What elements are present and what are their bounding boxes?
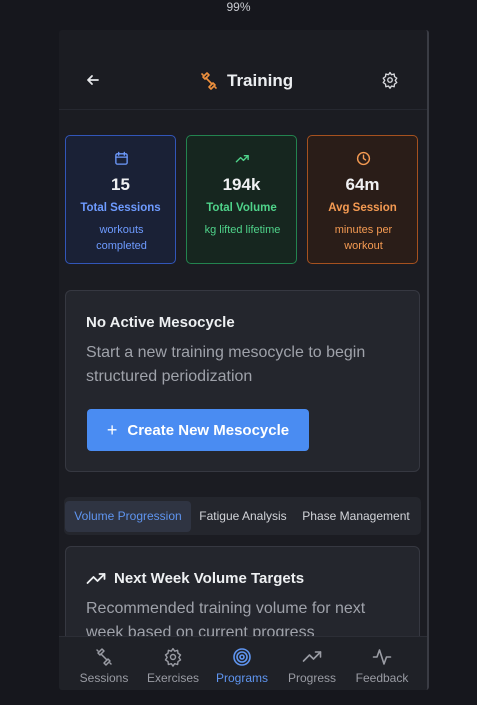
- tab-phase-management[interactable]: Phase Management: [298, 501, 414, 532]
- trending-up-icon: [302, 651, 322, 662]
- stat-card-volume: 194k Total Volume kg lifted lifetime: [186, 135, 297, 264]
- volume-targets-heading: Next Week Volume Targets: [86, 570, 304, 587]
- trending-up-icon: [86, 572, 106, 584]
- nav-label: Programs: [215, 671, 268, 685]
- app-header: Training: [59, 30, 427, 110]
- stat-label: Total Sessions: [80, 202, 161, 214]
- page-title: Training: [227, 71, 294, 90]
- create-mesocycle-button[interactable]: + Create New Mesocycle: [87, 409, 309, 451]
- target-icon: [233, 648, 251, 666]
- create-mesocycle-label: Create New Mesocycle: [127, 421, 290, 439]
- nav-programs[interactable]: Programs: [211, 637, 273, 690]
- plus-icon: +: [106, 419, 118, 440]
- stat-sublabel: workouts completed: [96, 224, 147, 252]
- trending-up-icon: [235, 154, 249, 163]
- nav-label: Feedback: [355, 671, 409, 685]
- stat-card-avg-session: 64m Avg Session minutes per workout: [307, 135, 418, 264]
- zoom-level: 99%: [226, 0, 251, 14]
- mesocycle-description: Start a new training mesocycle to begin …: [86, 344, 366, 385]
- stat-card-sessions: 15 Total Sessions workouts completed: [65, 135, 176, 264]
- nav-feedback[interactable]: Feedback: [351, 637, 413, 690]
- tab-volume-progression[interactable]: Volume Progression: [65, 501, 191, 532]
- analysis-tabs: Volume Progression Fatigue Analysis Phas…: [64, 497, 421, 535]
- page-title-group: Training: [199, 69, 293, 93]
- volume-targets-title: Next Week Volume Targets: [114, 570, 305, 587]
- tab-fatigue-analysis[interactable]: Fatigue Analysis: [193, 501, 293, 532]
- mesocycle-card: No Active Mesocycle Start a new training…: [65, 290, 420, 472]
- app-screen: Training 15 Total Sessions workouts comp…: [59, 30, 429, 690]
- gear-icon: [164, 647, 182, 667]
- nav-label: Sessions: [79, 671, 129, 685]
- stat-label: Total Volume: [206, 202, 277, 214]
- stat-label: Avg Session: [328, 202, 397, 214]
- stat-value: 194k: [222, 175, 261, 194]
- bottom-navigation: Sessions Exercises Programs Progress Fee…: [59, 636, 427, 690]
- nav-label: Exercises: [146, 671, 199, 685]
- dumbbell-icon: [201, 72, 217, 90]
- stat-sublabel: kg lifted lifetime: [204, 224, 281, 236]
- calendar-icon: [115, 151, 128, 165]
- dumbbell-icon: [96, 648, 112, 666]
- mesocycle-title: No Active Mesocycle: [86, 314, 235, 331]
- stat-value: 64m: [345, 175, 380, 194]
- nav-label: Progress: [287, 671, 337, 685]
- nav-sessions[interactable]: Sessions: [75, 637, 133, 690]
- nav-progress[interactable]: Progress: [281, 637, 343, 690]
- activity-icon: [372, 649, 392, 665]
- gear-icon[interactable]: [381, 71, 399, 89]
- back-arrow-icon[interactable]: [83, 70, 103, 90]
- stat-value: 15: [111, 175, 130, 194]
- stat-sublabel: minutes per workout: [334, 224, 393, 252]
- nav-exercises[interactable]: Exercises: [143, 637, 203, 690]
- clock-icon: [356, 151, 371, 166]
